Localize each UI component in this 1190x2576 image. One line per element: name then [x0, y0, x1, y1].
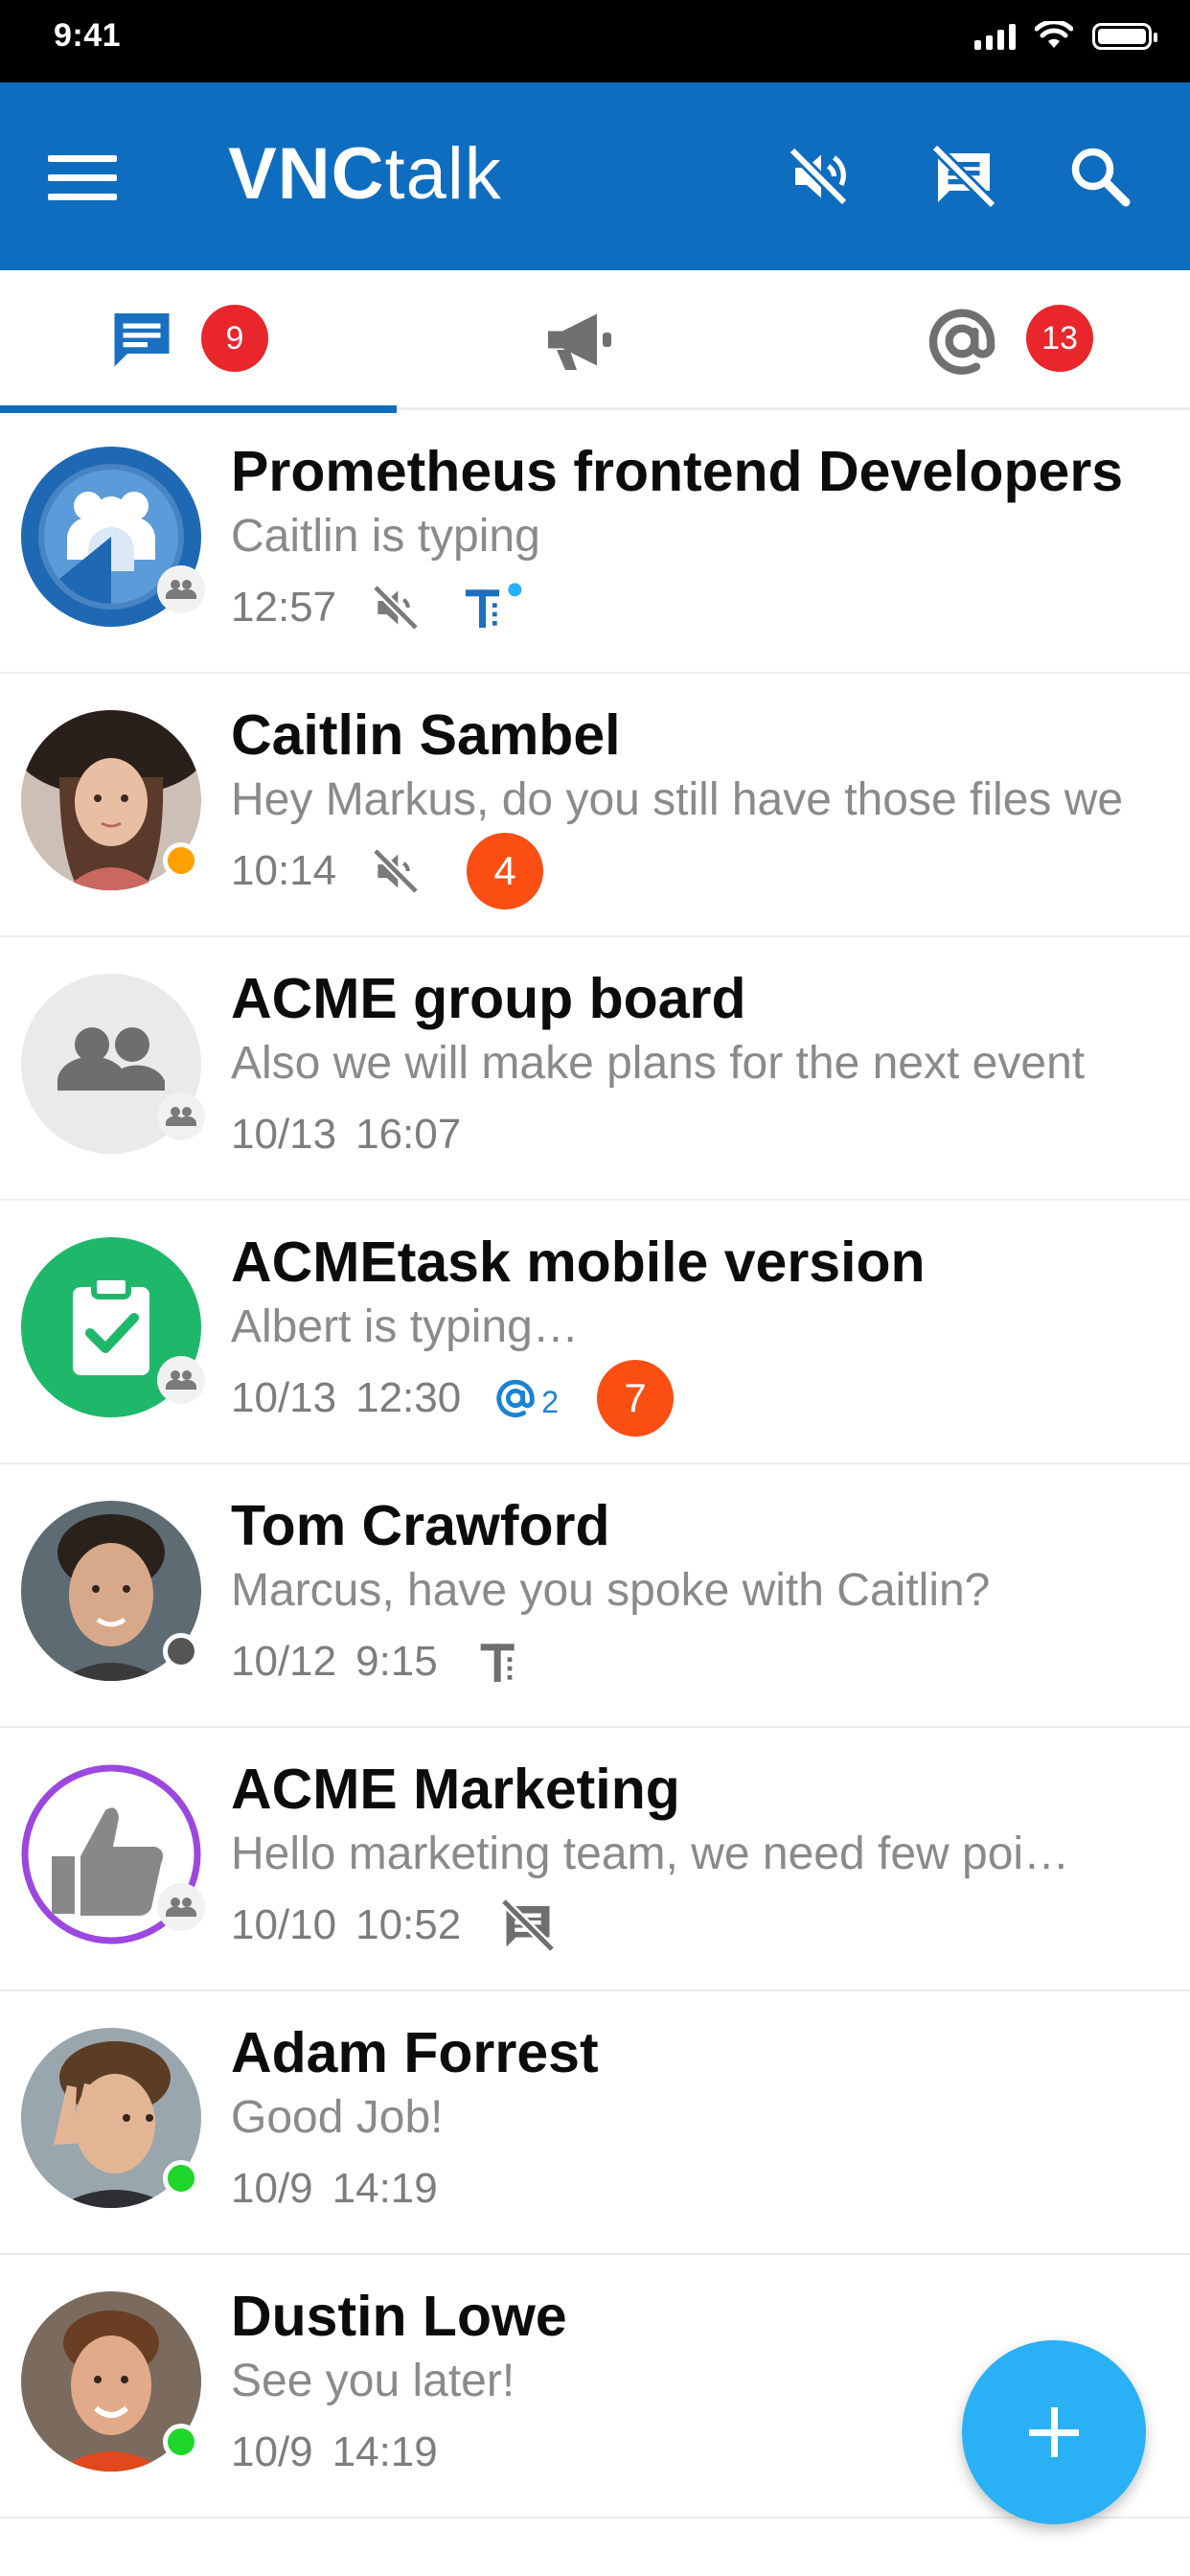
date: 10/9: [231, 2165, 313, 2212]
menu-button[interactable]: [48, 155, 117, 201]
presence-indicator: [163, 2424, 199, 2460]
timestamp: 10:52: [355, 1901, 462, 1948]
tab-chats[interactable]: 9: [0, 270, 397, 413]
avatar: [21, 1501, 201, 1681]
date: 10/12: [231, 1638, 337, 1685]
timestamp: 12:57: [231, 584, 337, 631]
app-bar: VNCtalk: [0, 82, 1190, 270]
date: 10/13: [231, 1111, 337, 1158]
timestamp: 16:07: [355, 1111, 462, 1158]
timestamp: 9:15: [355, 1638, 438, 1685]
conversation-preview: Also we will make plans for the next eve…: [231, 1038, 1086, 1089]
list-item[interactable]: ACMEtask mobile version Albert is typing…: [0, 1201, 1190, 1464]
muted-icon: [372, 584, 420, 632]
conversation-preview: Albert is typing…: [231, 1301, 579, 1352]
conversation-preview: Marcus, have you spoke with Caitlin?: [231, 1565, 991, 1616]
list-item[interactable]: Adam Forrest Good Job! 10/9 14:19: [0, 1991, 1190, 2255]
conversation-title: Prometheus frontend Developers: [231, 440, 1124, 503]
tab-broadcast[interactable]: [397, 270, 793, 410]
conversation-meta: 10/12 9:15: [231, 1625, 530, 1698]
avatar: [21, 710, 201, 890]
list-item[interactable]: ACME group board Also we will make plans…: [0, 937, 1190, 1201]
megaphone-icon: [548, 313, 611, 370]
conversation-title: ACMEtask mobile version: [231, 1230, 926, 1294]
group-indicator-icon: [157, 565, 205, 613]
presence-indicator: [163, 842, 199, 879]
date: 10/13: [231, 1374, 337, 1421]
conversation-meta: 10/9 14:19: [231, 2416, 438, 2489]
mention-count: 2: [541, 1385, 560, 1419]
avatar: [21, 1237, 205, 1417]
avatar: [21, 1764, 205, 1944]
list-item[interactable]: ACME Marketing Hello marketing team, we …: [0, 1728, 1190, 1991]
avatar: [21, 447, 205, 627]
search-icon[interactable]: [1065, 142, 1134, 211]
hidden-chat-icon: [500, 1898, 556, 1953]
status-icons: [974, 21, 1157, 50]
timestamp: 10:14: [231, 847, 337, 894]
avatar: [21, 2291, 201, 2472]
conversation-title: ACME group board: [231, 967, 746, 1030]
tab-bar: 9 13: [0, 270, 1190, 413]
conversation-meta: 10/10 10:52: [231, 1889, 557, 1962]
avatar: [21, 2028, 201, 2208]
conversation-title: Caitlin Sambel: [231, 703, 621, 767]
date: 10/9: [231, 2428, 313, 2475]
conversation-meta: 10:14 4: [231, 833, 544, 909]
chat-icon: [114, 313, 170, 367]
cellular-signal-icon: [974, 23, 1016, 50]
plus-icon: [1029, 2407, 1079, 2457]
list-item[interactable]: Caitlin Sambel Hey Markus, do you still …: [0, 674, 1190, 937]
mention-indicator: 2: [493, 1376, 559, 1420]
list-item[interactable]: Prometheus frontend Developers Caitlin i…: [0, 410, 1190, 674]
conversation-title: Dustin Lowe: [231, 2285, 567, 2348]
conversation-meta: 10/13 16:07: [231, 1098, 461, 1171]
list-item[interactable]: Tom Crawford Marcus, have you spoke with…: [0, 1464, 1190, 1728]
conversation-title: Tom Crawford: [231, 1494, 610, 1557]
conversation-title: ACME Marketing: [231, 1758, 680, 1821]
group-indicator-icon: [157, 1356, 205, 1404]
avatar: [21, 974, 205, 1154]
group-indicator-icon: [157, 1883, 205, 1931]
typing-indicator-icon: [466, 583, 522, 628]
typing-indicator-icon: [480, 1644, 515, 1682]
conversation-preview: Caitlin is typing: [231, 511, 540, 562]
conversation-meta: 10/13 12:30 2 7: [231, 1360, 675, 1437]
conversation-title: Adam Forrest: [231, 2021, 599, 2084]
hide-chat-icon[interactable]: [929, 142, 998, 211]
presence-indicator: [163, 1633, 199, 1669]
group-indicator-icon: [157, 1092, 205, 1140]
tab-mentions[interactable]: 13: [793, 270, 1190, 410]
mute-icon[interactable]: [784, 142, 853, 211]
date: 10/10: [231, 1901, 337, 1948]
wifi-icon: [1035, 21, 1073, 48]
conversation-preview: Good Job!: [231, 2092, 444, 2143]
conversation-meta: 10/9 14:19: [231, 2152, 438, 2225]
timestamp: 14:19: [332, 2428, 438, 2475]
at-sign-icon: [496, 1379, 535, 1417]
timestamp: 12:30: [355, 1374, 462, 1421]
mentions-badge: 13: [1026, 305, 1093, 372]
conversation-meta: 12:57: [231, 571, 524, 644]
presence-indicator: [163, 2160, 199, 2196]
status-bar: 9:41: [0, 0, 1190, 82]
app-logo: VNCtalk: [228, 133, 502, 215]
unread-badge: 9: [201, 305, 268, 372]
unread-count-badge: 7: [597, 1360, 675, 1437]
conversation-preview: Hello marketing team, we need few poi…: [231, 1828, 1070, 1879]
new-conversation-button[interactable]: [962, 2340, 1146, 2524]
battery-icon: [1092, 23, 1157, 50]
muted-icon: [372, 847, 420, 895]
timestamp: 14:19: [332, 2165, 438, 2212]
unread-count-badge: 4: [467, 833, 544, 909]
conversation-preview: Hey Markus, do you still have those file…: [231, 774, 1124, 825]
status-time: 9:41: [54, 17, 122, 54]
at-sign-icon: [928, 309, 995, 375]
